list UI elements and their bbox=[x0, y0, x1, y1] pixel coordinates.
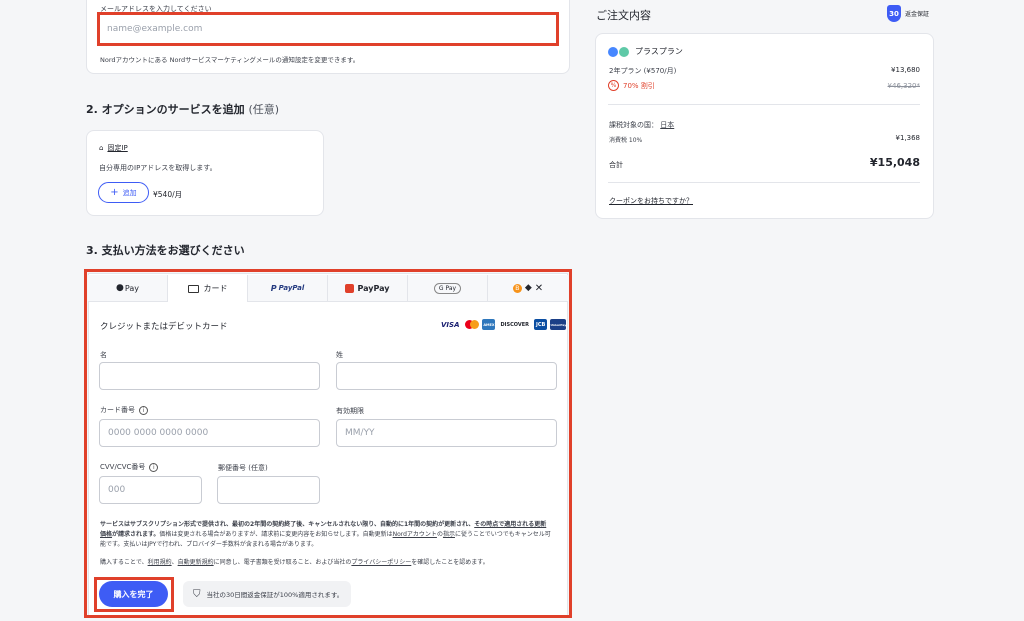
original-price: ¥46,320* bbox=[887, 82, 920, 90]
payment-heading: 3. 支払い方法をお選びください bbox=[86, 244, 245, 257]
fixed-ip-name[interactable]: 固定IP bbox=[107, 143, 127, 153]
home-icon: ⌂ bbox=[99, 144, 104, 152]
fixed-ip-price: ¥540/月 bbox=[153, 190, 183, 199]
options-heading-text: 2. オプションのサービスを追加 bbox=[86, 103, 245, 116]
plan-period: 2年プラン (¥570/月) bbox=[609, 67, 677, 75]
plan-icon-1 bbox=[608, 46, 618, 57]
add-button-label: 追加 bbox=[122, 188, 137, 197]
discount-row: % 70% 割引 bbox=[608, 80, 655, 91]
plan-header: プラスプラン bbox=[608, 46, 683, 57]
options-heading: 2. オプションのサービスを追加 (任意) bbox=[86, 101, 279, 117]
coupon-link[interactable]: クーポンをお持ちですか？ bbox=[609, 196, 693, 206]
total-label: 合計 bbox=[609, 161, 623, 169]
total-value: ¥15,048 bbox=[869, 156, 920, 169]
add-button[interactable]: + 追加 bbox=[98, 182, 149, 203]
percent-icon: % bbox=[608, 80, 619, 91]
plan-name: プラスプラン bbox=[635, 47, 683, 56]
money-back-badge: 30 返金保証 bbox=[887, 5, 929, 22]
tax-country-label: 課税対象の国： bbox=[609, 121, 658, 129]
tax-label: 消費税 10% bbox=[609, 137, 643, 144]
money-back-text: 返金保証 bbox=[905, 11, 930, 18]
plan-icon-2 bbox=[619, 46, 629, 57]
summary-heading: ご注文内容 bbox=[596, 9, 651, 22]
money-back-shield: 30 bbox=[887, 5, 901, 22]
tax-value: ¥1,368 bbox=[895, 134, 921, 142]
summary-divider bbox=[608, 104, 920, 105]
options-heading-note: (任意) bbox=[248, 103, 280, 116]
tax-country-link[interactable]: 日本 bbox=[660, 121, 674, 129]
plan-price: ¥13,680 bbox=[891, 66, 920, 74]
tax-country-row: 課税対象の国： 日本 bbox=[609, 120, 674, 130]
fixed-ip-title: ⌂ 固定IP bbox=[99, 143, 128, 153]
email-highlight bbox=[97, 12, 559, 46]
fixed-ip-desc: 自分専用のIPアドレスを取得します。 bbox=[99, 164, 217, 172]
discount-text: 70% 割引 bbox=[623, 81, 655, 90]
plus-icon: + bbox=[110, 187, 119, 198]
email-note: Nordアカウントにある Nordサービスマーケティングメールの通知設定を変更で… bbox=[100, 56, 360, 64]
payment-highlight bbox=[84, 269, 572, 618]
summary-divider-2 bbox=[608, 182, 920, 183]
